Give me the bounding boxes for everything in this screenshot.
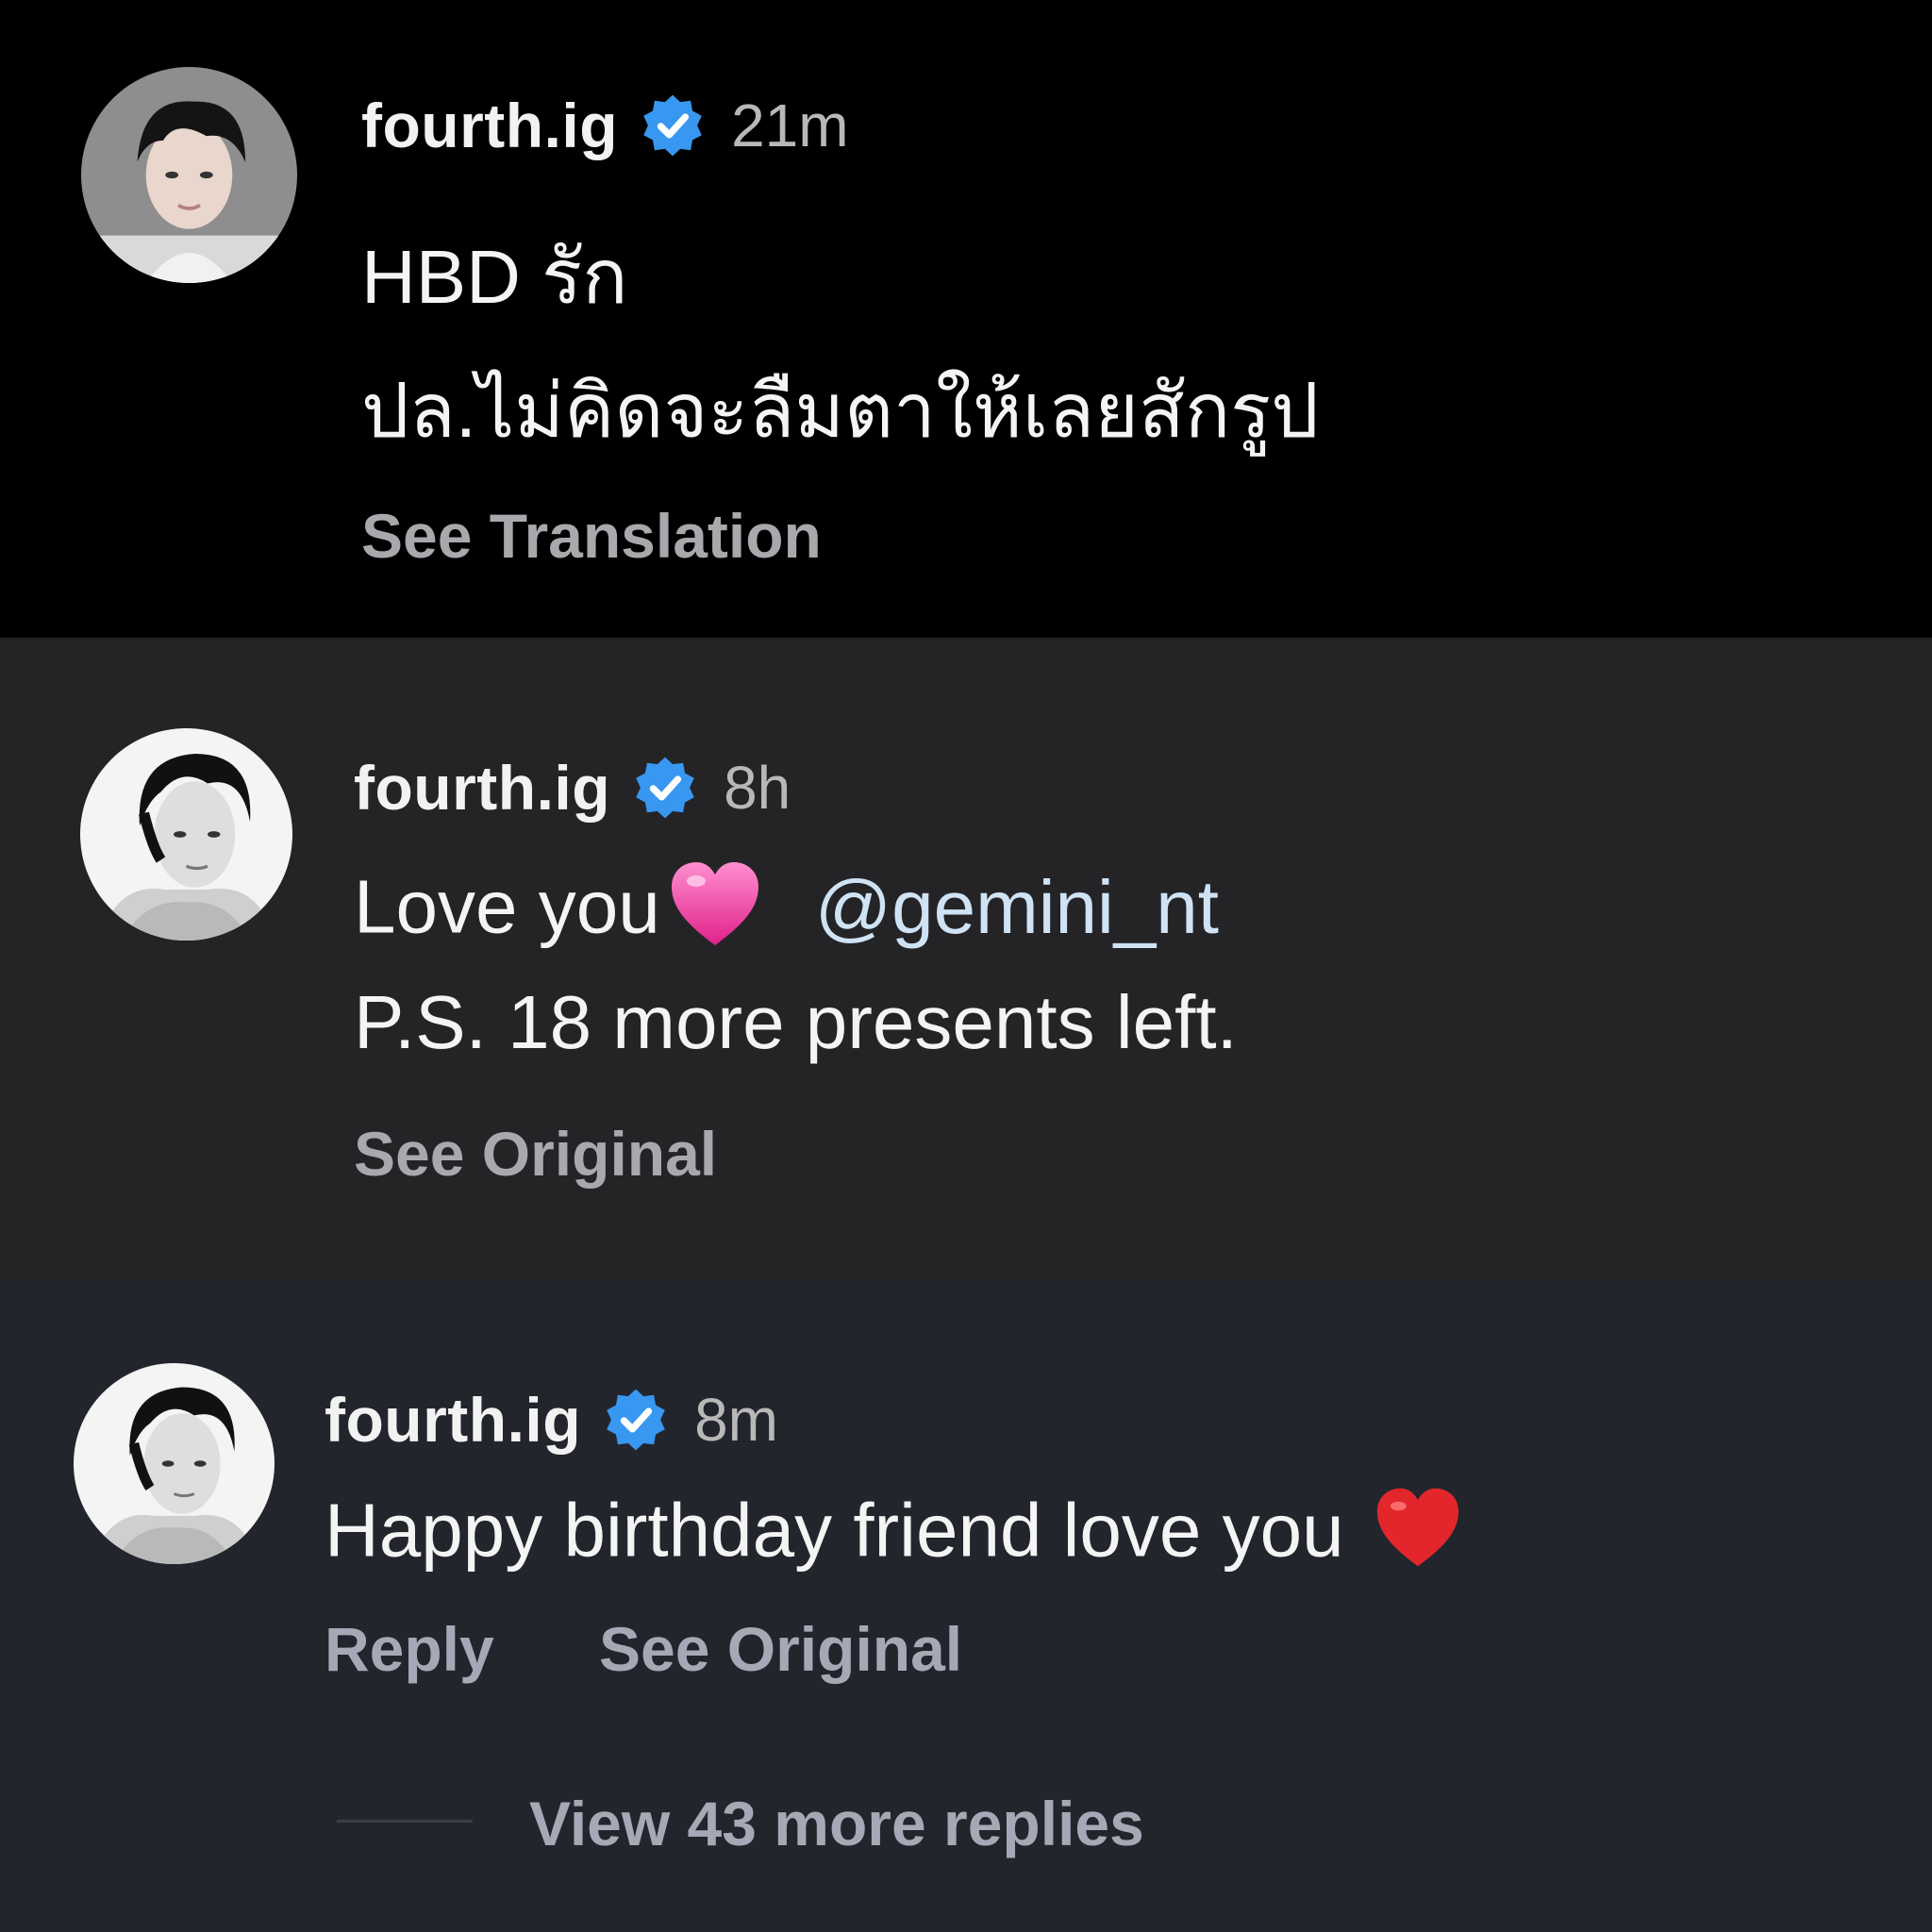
avatar-photo-icon bbox=[80, 728, 292, 941]
view-more-replies-button[interactable]: View 43 more replies bbox=[529, 1788, 1144, 1859]
comment-text-line-2: ปล.ไม่คิดจะลืมตาให้เลยสักรูป bbox=[361, 369, 1319, 453]
timestamp: 21m bbox=[731, 92, 849, 159]
comment-3: fourth.ig 8m Happy birthday friend love … bbox=[0, 1281, 1932, 1932]
comment-text-line-1: Love you @gemini_nt bbox=[354, 858, 1219, 967]
avatar[interactable] bbox=[80, 728, 292, 941]
comment-header: fourth.ig 21m bbox=[361, 83, 849, 168]
username[interactable]: fourth.ig bbox=[361, 90, 618, 161]
avatar-photo-icon bbox=[81, 67, 297, 283]
username[interactable]: fourth.ig bbox=[354, 752, 610, 824]
reply-button[interactable]: Reply bbox=[325, 1613, 494, 1685]
comment-text-line-1: HBD รัก bbox=[361, 235, 628, 319]
comment-text-line-2: P.S. 18 more presents left. bbox=[354, 980, 1238, 1064]
pink-heart-icon bbox=[668, 858, 762, 967]
comment-text: Love you bbox=[354, 864, 660, 949]
avatar-photo-icon bbox=[74, 1363, 275, 1564]
comment-text: Happy birthday friend love you bbox=[325, 1488, 1344, 1573]
timestamp: 8m bbox=[694, 1386, 778, 1454]
verified-badge-icon bbox=[631, 754, 699, 822]
verified-badge-icon bbox=[602, 1386, 670, 1454]
verified-badge-icon bbox=[639, 92, 707, 159]
comment-1: fourth.ig 21m HBD รัก ปล.ไม่คิดจะลืมตาให… bbox=[0, 0, 1932, 638]
red-heart-icon bbox=[1373, 1485, 1463, 1588]
replies-divider bbox=[337, 1820, 473, 1823]
comment-header: fourth.ig 8m bbox=[325, 1377, 778, 1462]
comment-text-line-1: Happy birthday friend love you bbox=[325, 1485, 1463, 1588]
see-original-button[interactable]: See Original bbox=[354, 1118, 717, 1190]
comment-2: fourth.ig 8h Love you @gemini_nt P.S. 18… bbox=[0, 638, 1932, 1281]
mention-link[interactable]: @gemini_nt bbox=[815, 865, 1219, 949]
see-translation-button[interactable]: See Translation bbox=[361, 500, 822, 572]
avatar[interactable] bbox=[81, 67, 297, 283]
username[interactable]: fourth.ig bbox=[325, 1384, 581, 1456]
comment-header: fourth.ig 8h bbox=[354, 745, 791, 830]
see-original-button[interactable]: See Original bbox=[599, 1613, 962, 1685]
avatar[interactable] bbox=[74, 1363, 275, 1564]
timestamp: 8h bbox=[724, 754, 791, 822]
comments-screen: fourth.ig 21m HBD รัก ปล.ไม่คิดจะลืมตาให… bbox=[0, 0, 1932, 1932]
